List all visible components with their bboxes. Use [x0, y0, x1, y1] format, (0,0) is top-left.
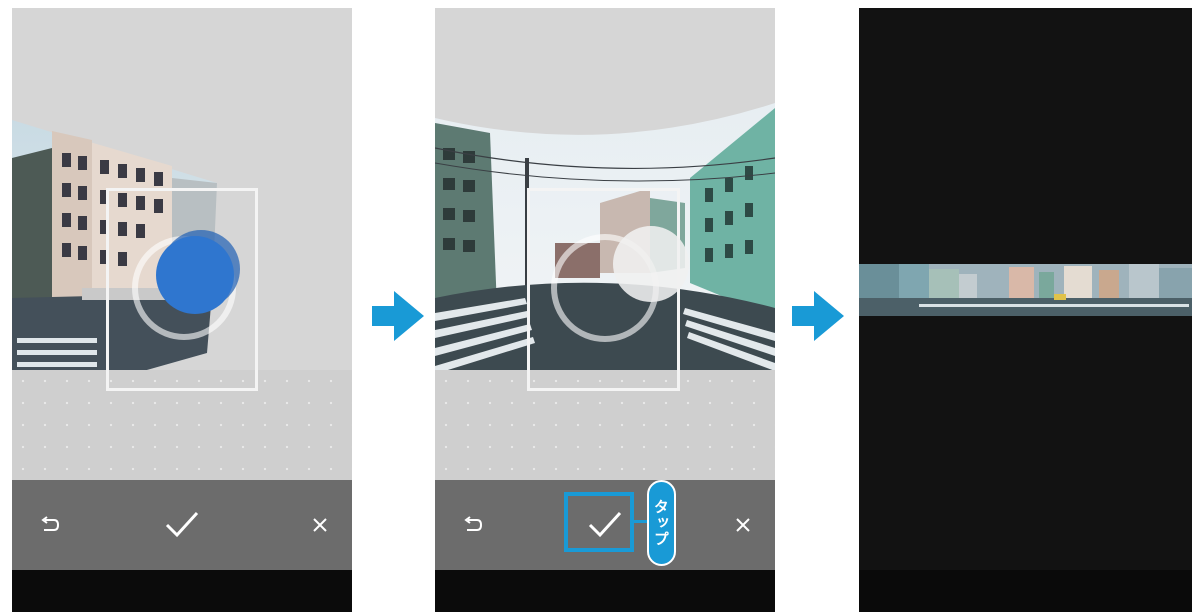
flow-arrow-icon: [372, 291, 424, 341]
system-nav-bar: [12, 570, 352, 612]
callout-connector: [634, 520, 648, 523]
system-nav-bar: [859, 570, 1192, 612]
tap-callout-label: タップ: [647, 480, 676, 566]
target-dot: [156, 236, 234, 314]
flow-arrow-icon: [792, 291, 844, 341]
undo-icon: [41, 516, 60, 531]
camera-viewfinder: [12, 8, 352, 480]
confirm-button-highlight: [564, 492, 634, 552]
cancel-button[interactable]: [302, 480, 338, 570]
close-icon: [736, 518, 750, 532]
undo-button[interactable]: [32, 480, 68, 570]
panorama-thumbnail: [859, 264, 1192, 316]
check-icon: [165, 511, 199, 538]
cancel-button[interactable]: [725, 480, 761, 570]
confirm-button[interactable]: [157, 480, 207, 570]
undo-icon: [464, 516, 483, 531]
screen-panorama-capturing: [12, 8, 352, 612]
capture-toolbar: [12, 480, 352, 570]
screen-panorama-saved: [859, 8, 1192, 612]
target-dot: [613, 226, 689, 302]
undo-button[interactable]: [455, 480, 491, 570]
close-icon: [313, 518, 327, 532]
panorama-result-view: [859, 8, 1192, 570]
system-nav-bar: [435, 570, 775, 612]
panorama-image: [859, 264, 1192, 316]
camera-viewfinder: [435, 8, 775, 480]
